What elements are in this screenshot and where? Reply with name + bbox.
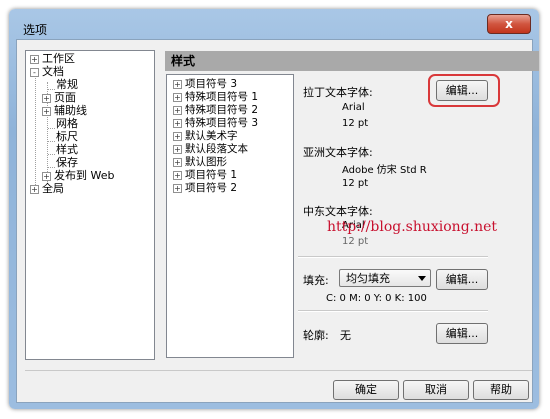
tree-item-publish-to-web[interactable]: + 发布到 Web	[42, 169, 114, 182]
tree-item-label: 保存	[56, 156, 78, 169]
style-item-label: 项目符号 2	[185, 182, 238, 194]
style-item[interactable]: + 项目符号 1	[173, 169, 237, 181]
expand-icon[interactable]: +	[30, 184, 39, 194]
style-item-label: 项目符号 1	[185, 169, 238, 181]
tree-item-grid[interactable]: 网格	[56, 117, 78, 130]
expand-icon[interactable]: +	[42, 106, 51, 116]
tree-item-general[interactable]: 常规	[56, 78, 78, 91]
expand-icon[interactable]: +	[173, 79, 182, 89]
window-title: 选项	[23, 23, 48, 37]
tree-item-label: 发布到 Web	[54, 169, 115, 182]
tree-item-label: 文档	[42, 65, 64, 78]
asian-font-name: Adobe 仿宋 Std R	[342, 165, 427, 176]
ok-button[interactable]: 确定	[333, 380, 399, 400]
cancel-button[interactable]: 取消	[403, 380, 469, 400]
expand-icon[interactable]: +	[173, 118, 182, 128]
fill-edit-button[interactable]: 编辑...	[436, 269, 488, 290]
outline-edit-button[interactable]: 编辑...	[436, 323, 488, 344]
style-item-label: 默认段落文本	[185, 143, 248, 155]
style-item[interactable]: + 特殊项目符号 2	[173, 104, 258, 116]
expand-icon[interactable]: +	[30, 54, 39, 64]
expand-icon[interactable]: +	[173, 157, 182, 167]
title-bar[interactable]: 选项 x	[9, 9, 539, 39]
style-item-label: 特殊项目符号 3	[185, 117, 259, 129]
latin-font-label: 拉丁文本字体:	[303, 86, 373, 99]
collapse-icon[interactable]: -	[30, 67, 39, 77]
style-item[interactable]: + 默认图形	[173, 156, 227, 168]
asian-font-label: 亚洲文本字体:	[303, 146, 373, 159]
category-tree: + 工作区 - 文档 常规 + 页面 + 辅助线 网格 标尺 样式 保存 + 发…	[25, 50, 155, 360]
tree-item-label: 样式	[56, 143, 78, 156]
style-item-label: 默认美术字	[185, 130, 238, 142]
separator	[298, 310, 488, 312]
tree-item-page[interactable]: + 页面	[42, 91, 76, 104]
chevron-down-icon	[418, 276, 426, 281]
style-item-label: 特殊项目符号 2	[185, 104, 259, 116]
fill-type-value: 均匀填充	[346, 272, 390, 285]
help-button[interactable]: 帮助	[473, 380, 529, 400]
expand-icon[interactable]: +	[173, 92, 182, 102]
outline-label: 轮廓:	[303, 329, 329, 342]
fill-label: 填充:	[303, 274, 329, 287]
style-item-selected[interactable]: + 默认段落文本	[173, 143, 248, 155]
close-button[interactable]: x	[487, 14, 531, 34]
style-item-label: 特殊项目符号 1	[185, 91, 259, 103]
separator	[298, 256, 488, 258]
tree-item-label: 常规	[56, 78, 78, 91]
fill-type-select[interactable]: 均匀填充	[339, 269, 431, 287]
expand-icon[interactable]: +	[42, 93, 51, 103]
tree-item-rulers[interactable]: 标尺	[56, 130, 78, 143]
expand-icon[interactable]: +	[42, 171, 51, 181]
footer-divider	[25, 370, 532, 371]
tree-item-label: 页面	[54, 91, 76, 104]
tree-item-label: 辅助线	[54, 104, 87, 117]
fill-color-value: C: 0 M: 0 Y: 0 K: 100	[326, 293, 427, 304]
tree-item-workspace[interactable]: + 工作区	[30, 52, 75, 65]
latin-font-name: Arial	[342, 102, 365, 113]
latin-font-edit-button[interactable]: 编辑...	[436, 80, 488, 101]
panel-title: 样式	[165, 51, 539, 71]
expand-icon[interactable]: +	[173, 170, 182, 180]
options-dialog: 选项 x + 工作区 - 文档 常规 + 页面 + 辅助线 网格 标尺 样式 保…	[9, 9, 539, 409]
style-item[interactable]: + 默认美术字	[173, 130, 238, 142]
tree-item-label: 网格	[56, 117, 78, 130]
expand-icon[interactable]: +	[173, 105, 182, 115]
style-item-label: 默认图形	[185, 156, 227, 168]
tree-item-label: 全局	[42, 182, 64, 195]
style-item[interactable]: + 特殊项目符号 3	[173, 117, 258, 129]
expand-icon[interactable]: +	[173, 144, 182, 154]
style-item[interactable]: + 项目符号 2	[173, 182, 237, 194]
latin-font-size: 12 pt	[342, 118, 369, 129]
expand-icon[interactable]: +	[173, 131, 182, 141]
tree-item-guidelines[interactable]: + 辅助线	[42, 104, 87, 117]
style-item-label: 项目符号 3	[185, 78, 238, 90]
asian-font-size: 12 pt	[342, 178, 369, 189]
middle-east-font-label: 中东文本字体:	[303, 205, 373, 218]
outline-value: 无	[340, 329, 351, 342]
tree-item-label: 标尺	[56, 130, 78, 143]
style-item[interactable]: + 项目符号 3	[173, 78, 237, 90]
tree-item-styles[interactable]: 样式	[56, 143, 78, 156]
expand-icon[interactable]: +	[173, 183, 182, 193]
tree-item-global[interactable]: + 全局	[30, 182, 64, 195]
watermark-text: http://blog.shuxiong.net	[327, 219, 498, 235]
tree-item-label: 工作区	[42, 52, 75, 65]
tree-item-save[interactable]: 保存	[56, 156, 78, 169]
tree-item-document[interactable]: - 文档	[30, 65, 64, 78]
style-item[interactable]: + 特殊项目符号 1	[173, 91, 258, 103]
style-list: + 项目符号 3 + 特殊项目符号 1 + 特殊项目符号 2 + 特殊项目符号 3 + 默…	[166, 74, 294, 358]
middle-east-font-size: 12 pt	[342, 236, 369, 247]
